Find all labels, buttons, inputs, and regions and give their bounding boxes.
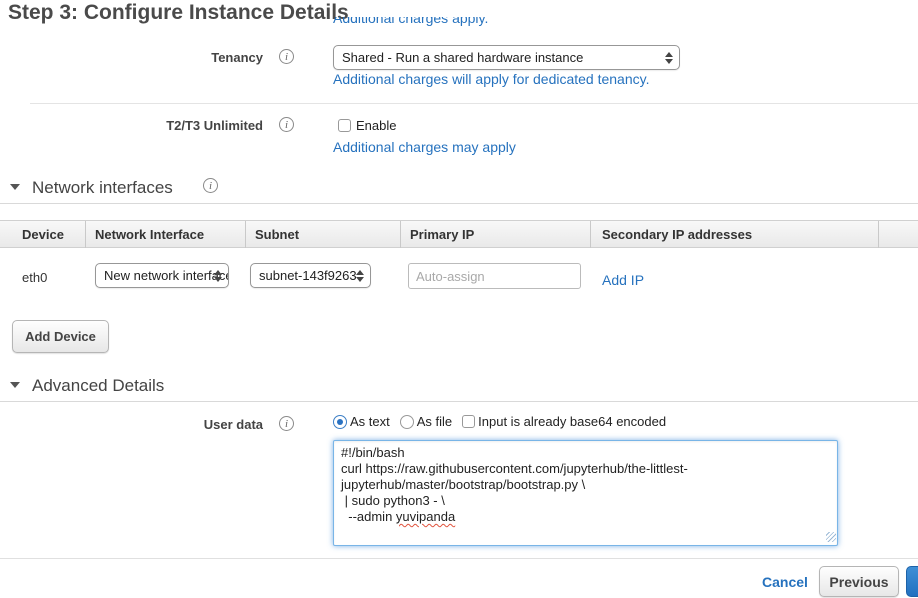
col-header-network-interface: Network Interface	[95, 227, 204, 242]
user-data-textarea[interactable]: #!/bin/bash curl https://raw.githubuserc…	[333, 440, 838, 546]
advanced-details-title: Advanced Details	[32, 376, 164, 396]
page-title: Step 3: Configure Instance Details	[8, 1, 349, 25]
as-file-label: As file	[417, 414, 452, 429]
subnet-select-value: subnet-143f9263	[259, 268, 357, 283]
section-rule	[0, 401, 918, 402]
previous-button[interactable]: Previous	[819, 566, 899, 597]
base64-label: Input is already base64 encoded	[478, 414, 666, 429]
configure-instance-page: Step 3: Configure Instance Details Addit…	[0, 0, 918, 598]
cancel-link[interactable]: Cancel	[762, 574, 808, 590]
add-ip-link[interactable]: Add IP	[602, 272, 644, 288]
col-header-subnet: Subnet	[255, 227, 299, 242]
advanced-details-collapse-icon[interactable]	[10, 382, 20, 388]
column-divider	[590, 221, 591, 248]
select-stepper-icon	[214, 270, 222, 282]
footer-divider	[0, 558, 918, 559]
column-divider	[878, 221, 879, 248]
t2t3-enable-label: Enable	[356, 118, 396, 133]
clipped-additional-charges-link[interactable]: Additional charges apply.	[333, 17, 488, 31]
next-button-partial[interactable]	[906, 566, 918, 597]
t2t3-enable-checkbox[interactable]	[338, 119, 351, 132]
network-interfaces-info-icon[interactable]: i	[203, 178, 218, 193]
row-divider	[30, 103, 918, 104]
interfaces-table-header: Device Network Interface Subnet Primary …	[0, 220, 918, 248]
t2t3-label: T2/T3 Unlimited	[0, 118, 263, 133]
tenancy-label: Tenancy	[0, 50, 263, 65]
select-stepper-icon	[356, 270, 364, 282]
as-text-label: As text	[350, 414, 390, 429]
network-interfaces-title: Network interfaces	[32, 178, 173, 198]
base64-checkbox[interactable]	[462, 415, 475, 428]
tenancy-info-icon[interactable]: i	[279, 49, 294, 64]
col-header-device: Device	[22, 227, 64, 242]
network-interface-select-value: New network interface	[104, 268, 229, 283]
as-text-radio[interactable]	[333, 415, 347, 429]
textarea-resize-handle[interactable]	[826, 532, 836, 542]
network-interfaces-collapse-icon[interactable]	[10, 184, 20, 190]
device-name-cell: eth0	[22, 270, 47, 285]
column-divider	[245, 221, 246, 248]
select-stepper-icon	[665, 52, 673, 64]
user-data-options: As text As file Input is already base64 …	[333, 414, 666, 429]
user-data-label: User data	[0, 417, 263, 432]
subnet-select[interactable]: subnet-143f9263	[250, 263, 371, 288]
col-header-primary-ip: Primary IP	[410, 227, 474, 242]
column-divider	[400, 221, 401, 248]
add-device-button[interactable]: Add Device	[12, 320, 109, 353]
tenancy-select-value: Shared - Run a shared hardware instance	[342, 50, 583, 65]
t2t3-note-link[interactable]: Additional charges may apply	[333, 139, 516, 155]
t2t3-info-icon[interactable]: i	[279, 117, 294, 132]
primary-ip-input[interactable]	[408, 263, 581, 289]
user-data-info-icon[interactable]: i	[279, 416, 294, 431]
network-interface-select[interactable]: New network interface	[95, 263, 229, 288]
column-divider	[85, 221, 86, 248]
col-header-secondary-ip: Secondary IP addresses	[602, 227, 752, 242]
as-file-radio[interactable]	[400, 415, 414, 429]
section-rule	[0, 203, 918, 204]
tenancy-select[interactable]: Shared - Run a shared hardware instance	[333, 45, 680, 70]
tenancy-note-link[interactable]: Additional charges will apply for dedica…	[333, 71, 649, 87]
